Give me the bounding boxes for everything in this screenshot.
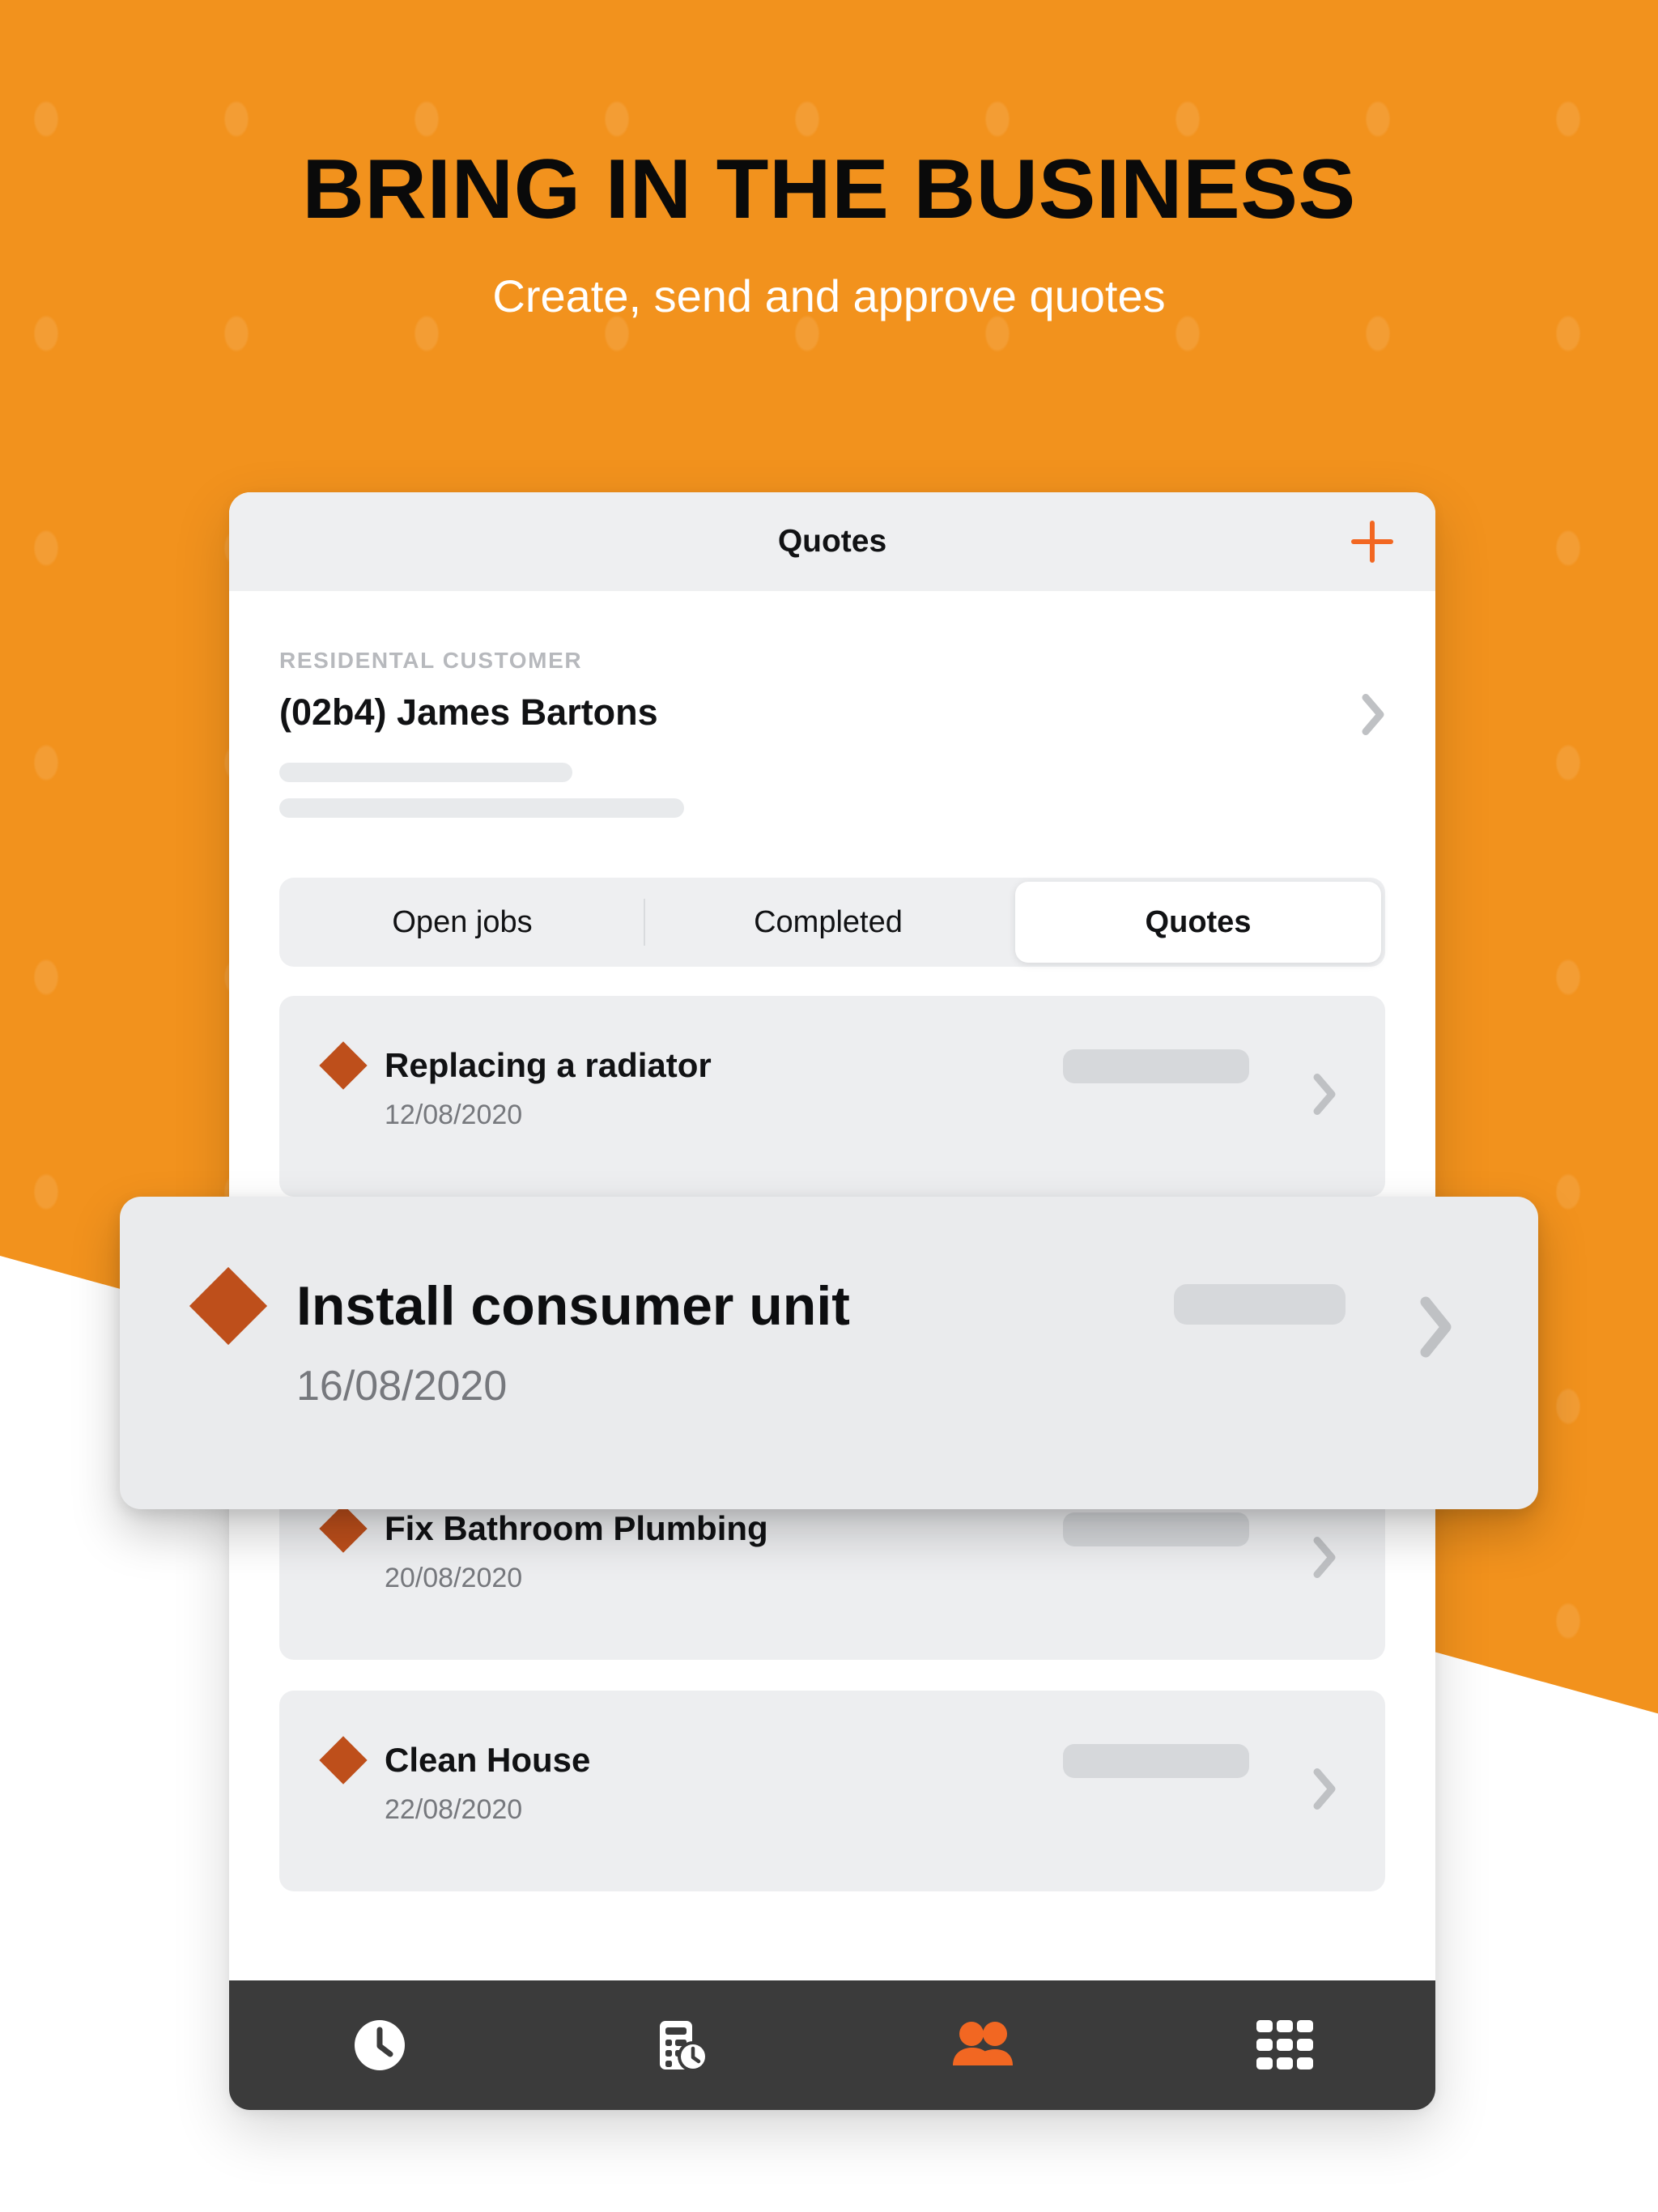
customer-name: (02b4) James Bartons [279,691,658,733]
quote-title: Clean House [385,1741,591,1779]
chevron-right-icon [1312,1536,1337,1584]
customer-summary[interactable]: RESIDENTAL CUSTOMER (02b4) James Bartons [229,591,1435,842]
list-item[interactable]: Replacing a radiator 12/08/2020 [279,996,1385,1197]
quote-title: Install consumer unit [296,1275,850,1337]
status-placeholder [1174,1284,1346,1325]
add-quote-button[interactable] [1346,516,1398,568]
tab-invoices[interactable] [531,1980,833,2110]
diamond-icon [319,1504,368,1553]
list-item[interactable]: Clean House 22/08/2020 [279,1691,1385,1891]
job-filter-tabs[interactable]: Open jobs Completed Quotes [279,878,1385,967]
customer-type-label: RESIDENTAL CUSTOMER [279,648,583,673]
hero-section: BRING IN THE BUSINESS Create, send and a… [0,0,1658,319]
quote-title: Replacing a radiator [385,1046,712,1084]
people-icon [951,2018,1014,2072]
status-placeholder [1063,1049,1249,1083]
hero-title: BRING IN THE BUSINESS [302,143,1356,236]
clock-icon [352,2018,407,2073]
quote-date: 12/08/2020 [385,1100,523,1130]
chevron-right-icon [1418,1295,1454,1363]
hero-subtitle: Create, send and approve quotes [492,270,1166,321]
grid-icon [1255,2018,1315,2072]
tab-customers[interactable] [832,1980,1134,2110]
chevron-right-icon [1312,1073,1337,1121]
status-placeholder [1063,1512,1249,1546]
highlighted-quote-card[interactable]: Install consumer unit 16/08/2020 [120,1197,1538,1509]
app-topbar: Quotes [229,492,1435,591]
diamond-icon [319,1041,368,1090]
chevron-right-icon [1361,693,1385,741]
tab-time[interactable] [229,1980,531,2110]
status-placeholder [1063,1744,1249,1778]
screenshot-root: BRING IN THE BUSINESS Create, send and a… [0,0,1658,2212]
quote-date: 20/08/2020 [385,1563,523,1593]
quote-title: Fix Bathroom Plumbing [385,1509,768,1547]
bottom-tab-bar [229,1980,1435,2110]
tab-quotes[interactable]: Quotes [1015,882,1381,963]
page-title: Quotes [777,524,887,559]
skeleton-line [279,798,684,818]
tab-more[interactable] [1134,1980,1436,2110]
diamond-icon [189,1266,268,1346]
chevron-right-icon [1312,1767,1337,1815]
diamond-icon [319,1736,368,1784]
document-clock-icon [653,2016,711,2074]
tab-open-jobs[interactable]: Open jobs [279,878,645,967]
skeleton-line [279,763,572,782]
tab-completed[interactable]: Completed [645,878,1011,967]
quote-date: 22/08/2020 [385,1794,523,1825]
plus-icon [1347,517,1397,567]
quote-date: 16/08/2020 [296,1363,508,1410]
